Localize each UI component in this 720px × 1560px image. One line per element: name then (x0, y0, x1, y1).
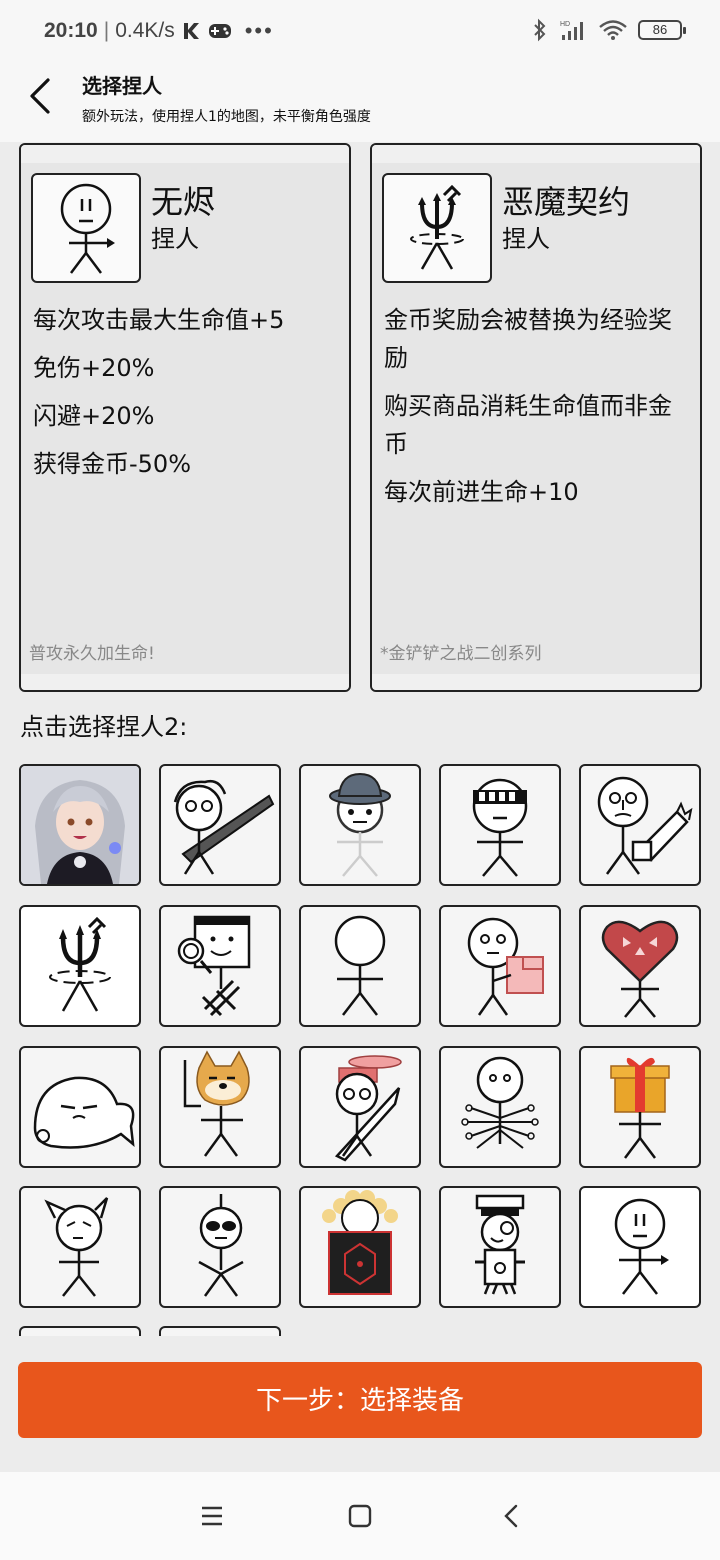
page-subtitle: 额外玩法，使用捏人1的地图，未平衡角色强度 (82, 109, 371, 125)
bluetooth-icon (534, 18, 546, 42)
k-app-icon (183, 23, 199, 39)
character-tile-anime-girl[interactable] (19, 764, 141, 886)
character-tile-chainsaw[interactable] (579, 764, 701, 886)
status-time: 20:10 (44, 19, 98, 42)
status-bar: 20:10 | 0.4K/s ••• HD 86 (0, 0, 720, 62)
next-step-button[interactable]: 下一步：选择装备 (18, 1362, 702, 1438)
card-1-effect: 每次攻击最大生命值+5 (33, 306, 285, 334)
character-tile-hat[interactable] (299, 764, 421, 886)
card-1-note: 普攻永久加生命! (29, 644, 155, 664)
stickman-hat-faded-icon (329, 772, 391, 877)
wifi-icon (599, 20, 627, 40)
card-1-kind: 捏人 (151, 225, 199, 253)
card-2-effect: 购买商品消耗生命值而非金币 (384, 392, 672, 458)
character-tile-sunglasses[interactable] (159, 1186, 281, 1308)
stickman-magnifier-icon (177, 915, 251, 1017)
status-left: 20:10 | 0.4K/s ••• (44, 18, 274, 44)
gamepad-icon (208, 24, 231, 38)
character-tile-sword-hat[interactable] (299, 1046, 421, 1168)
character-tile-gold-shield[interactable] (299, 1186, 421, 1308)
status-separator: | (103, 19, 110, 42)
character-tile-tentacles[interactable] (439, 1046, 561, 1168)
card-2-name: 恶魔契约 (502, 183, 631, 221)
menu-icon[interactable] (196, 1500, 228, 1532)
card-1-effects: 每次攻击最大生命值+5 免伤+20% 闪避+20% 获得金币-50% (33, 301, 337, 493)
card-2-effects: 金币奖励会被替换为经验奖励 购买商品消耗生命值而非金币 每次前进生命+10 (384, 301, 688, 521)
battery-indicator: 86 (638, 20, 686, 40)
stickman-tentacles-icon (461, 1056, 539, 1149)
signal-icon: HD (560, 21, 583, 40)
heart-stickman-icon (601, 920, 679, 1018)
stickman-pink-book-icon (467, 917, 544, 1016)
anime-girl-avatar-icon (21, 766, 139, 884)
stickman-greatsword-icon (173, 780, 275, 875)
stickman-arrow-icon (60, 183, 115, 274)
monocle-robot-icon (475, 1194, 525, 1295)
card-top-strip (372, 145, 700, 163)
trident-stickman-icon (410, 184, 464, 270)
character-tile-greatsword[interactable] (159, 764, 281, 886)
doge-stickman-icon (183, 1050, 250, 1157)
cat-ear-stickman-icon (44, 1197, 109, 1297)
character-tile-pink-book[interactable] (439, 905, 561, 1027)
stickman-arrow-icon (614, 1198, 669, 1295)
more-notifications-icon: ••• (244, 18, 274, 43)
card-2-note: *金铲铲之战二创系列 (380, 644, 542, 664)
section-label: 点击选择捏人2: (20, 713, 188, 741)
card-bottom-strip (21, 674, 349, 690)
card-2-effect: 每次前进生命+10 (384, 478, 579, 506)
lying-fish-blob-icon (33, 1076, 135, 1149)
stickman-visor-icon (472, 778, 528, 877)
card-1-name: 无烬 (151, 183, 216, 221)
card-2-icon-box (382, 173, 492, 283)
character-tile-monocle-robot[interactable] (439, 1186, 561, 1308)
sunglasses-stickman-icon (198, 1194, 244, 1297)
trait-card-1[interactable]: 无烬 捏人 每次攻击最大生命值+5 免伤+20% 闪避+20% 获得金币-50%… (19, 143, 351, 692)
system-nav-bar (0, 1472, 720, 1560)
card-2-effect: 金币奖励会被替换为经验奖励 (384, 306, 672, 372)
character-tile-heart[interactable] (579, 905, 701, 1027)
home-icon[interactable] (344, 1500, 376, 1532)
stickman-plain-icon (334, 915, 386, 1016)
character-tile-partial[interactable] (159, 1326, 281, 1336)
character-tile-cat-ear[interactable] (19, 1186, 141, 1308)
back-arrow-icon[interactable] (22, 76, 62, 116)
character-tile-lying-fish[interactable] (19, 1046, 141, 1168)
character-tile-visor[interactable] (439, 764, 561, 886)
card-top-strip (21, 145, 349, 163)
gold-shield-stickman-icon (322, 1190, 398, 1295)
card-2-kind: 捏人 (502, 225, 550, 253)
svg-text:HD: HD (560, 21, 570, 28)
card-1-effect: 获得金币-50% (33, 450, 192, 478)
stickman-chainsaw-icon (597, 776, 693, 875)
gift-stickman-icon (610, 1057, 670, 1159)
card-1-icon-box (31, 173, 141, 283)
character-tile-arrow[interactable] (579, 1186, 701, 1308)
card-1-effect: 免伤+20% (33, 354, 155, 382)
header: 选择捏人 额外玩法，使用捏人1的地图，未平衡角色强度 (0, 62, 720, 142)
character-tile-plain[interactable] (299, 905, 421, 1027)
card-bottom-strip (372, 674, 700, 690)
trait-card-2[interactable]: 恶魔契约 捏人 金币奖励会被替换为经验奖励 购买商品消耗生命值而非金币 每次前进… (370, 143, 702, 692)
character-tile-trident[interactable] (19, 905, 141, 1027)
status-right: HD 86 (532, 18, 686, 42)
network-speed: 0.4K/s (115, 19, 175, 42)
back-nav-icon[interactable] (496, 1500, 528, 1532)
character-tile-partial[interactable] (19, 1326, 141, 1336)
trident-icon (49, 916, 111, 1012)
character-tile-doge[interactable] (159, 1046, 281, 1168)
stickman-sword-hat-icon (334, 1055, 402, 1162)
page-title: 选择捏人 (82, 74, 162, 98)
character-tile-gift[interactable] (579, 1046, 701, 1168)
card-1-effect: 闪避+20% (33, 402, 155, 430)
character-tile-magnifier[interactable] (159, 905, 281, 1027)
